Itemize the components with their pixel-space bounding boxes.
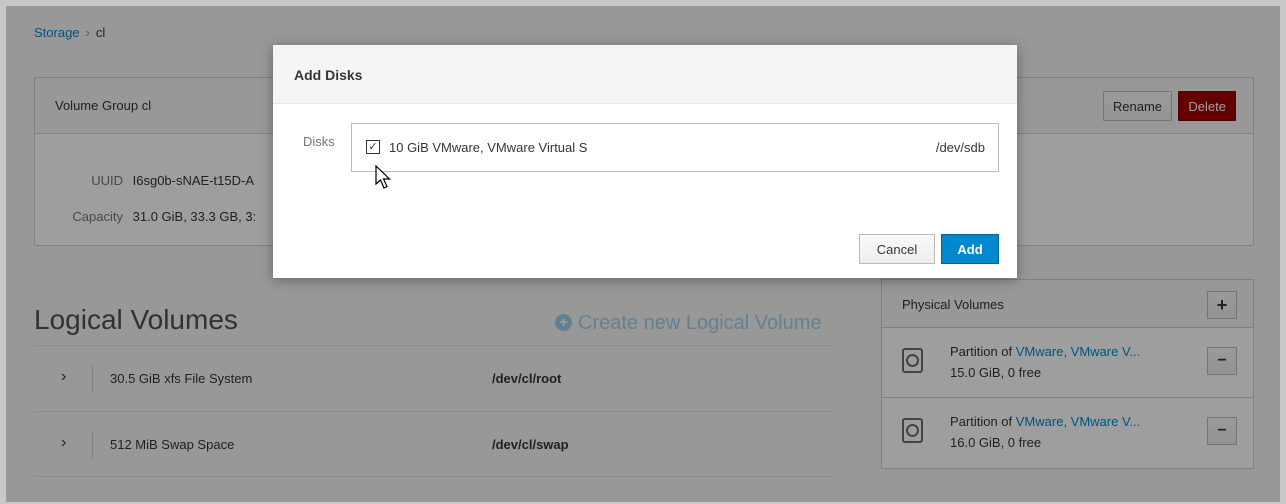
cancel-button[interactable]: Cancel	[859, 234, 935, 264]
disks-label: Disks	[303, 134, 335, 149]
mouse-cursor-icon	[375, 165, 391, 189]
dialog-header: Add Disks	[273, 45, 1017, 104]
add-disks-dialog: Add Disks Disks ✓ 10 GiB VMware, VMware …	[273, 45, 1017, 278]
disk-list: ✓ 10 GiB VMware, VMware Virtual S /dev/s…	[351, 123, 999, 172]
disk-checkbox[interactable]: ✓	[366, 140, 380, 154]
add-button[interactable]: Add	[941, 234, 999, 264]
disk-device: /dev/sdb	[935, 140, 985, 155]
dialog-title: Add Disks	[294, 67, 363, 83]
browser-frame: Storage › cl Volume Group cl Rename Delete…	[6, 6, 1280, 502]
storage-page: Storage › cl Volume Group cl Rename Delete…	[7, 7, 1279, 501]
disk-name[interactable]: 10 GiB VMware, VMware Virtual S	[389, 140, 587, 155]
